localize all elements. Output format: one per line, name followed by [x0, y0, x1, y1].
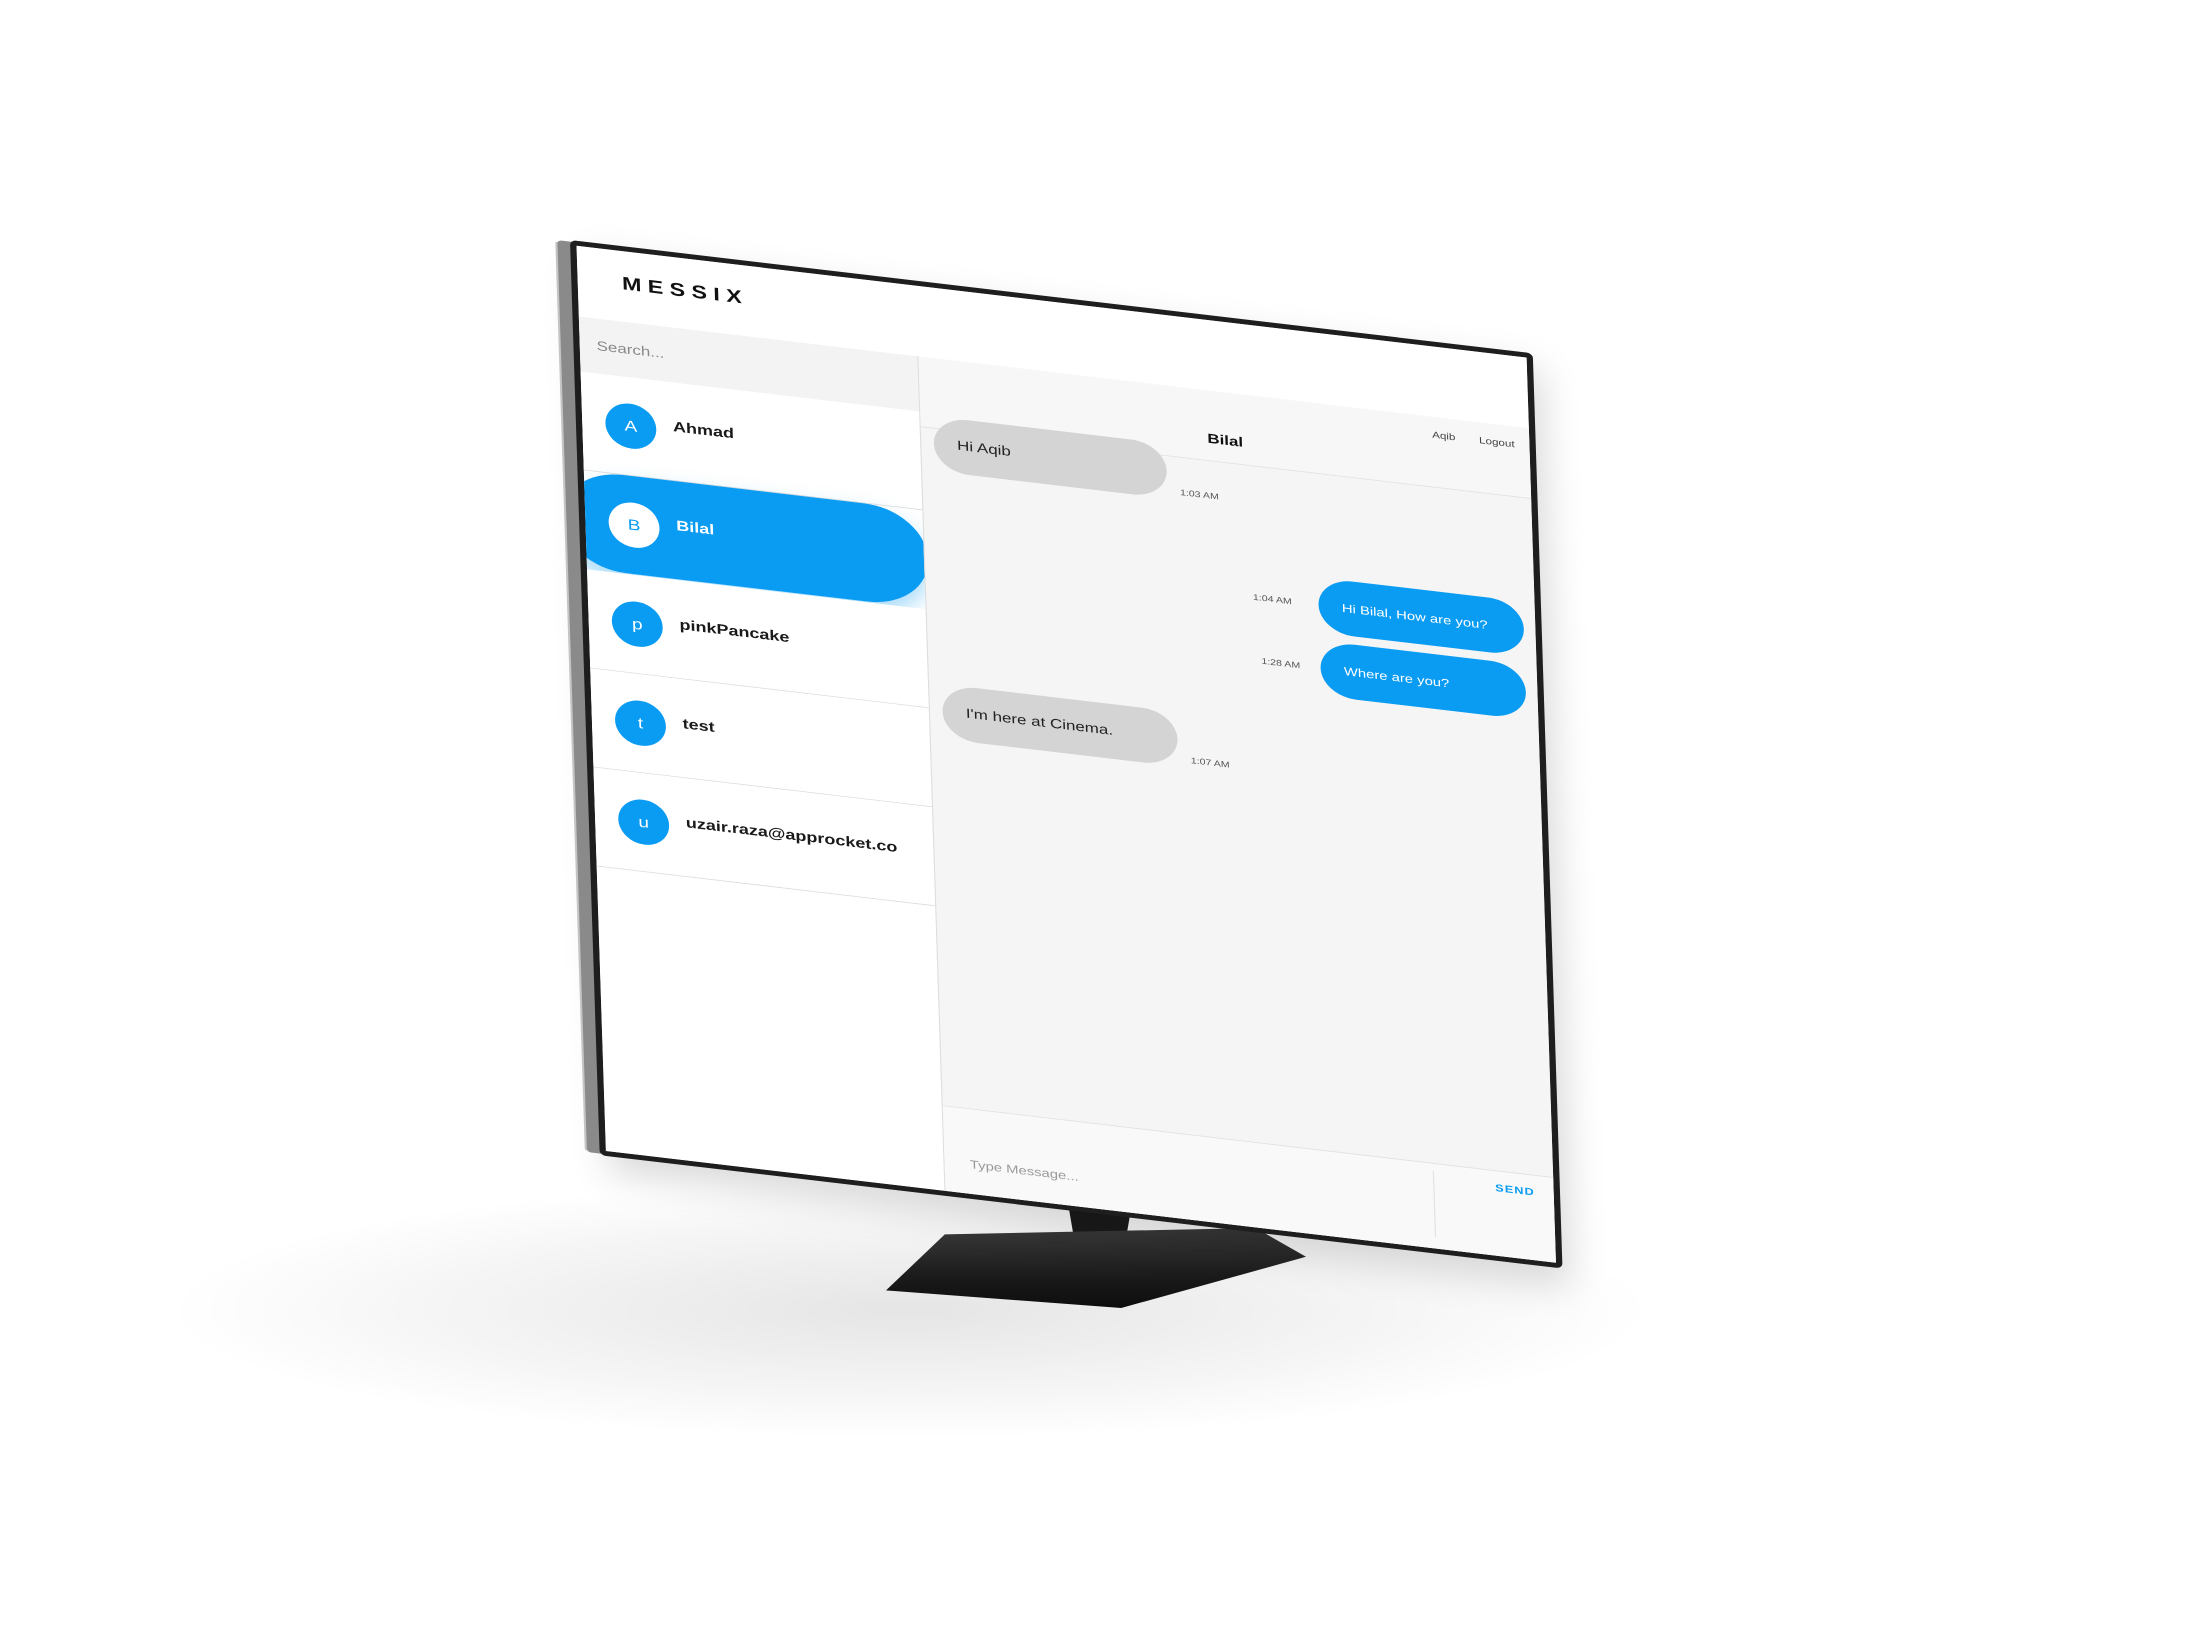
message-timestamp: 1:28 AM — [1261, 657, 1301, 671]
avatar: p — [611, 598, 664, 650]
avatar: A — [604, 400, 657, 452]
contacts-sidebar: A Ahmad B Bilal p pinkPancake t test — [576, 316, 945, 1191]
avatar: u — [617, 796, 670, 848]
contact-list: A Ahmad B Bilal p pinkPancake t test u u… — [576, 371, 936, 907]
contact-name: pinkPancake — [679, 616, 790, 646]
message-thread: Hi Aqib 1:03 AM 1:04 AM Hi Bilal, How ar… — [920, 415, 1545, 919]
contact-name: uzair.raza@approcket.co — [685, 814, 898, 856]
chat-panel: Aqib Logout Bilal Hi Aqib 1:03 AM 1:04 A… — [917, 356, 1556, 1263]
contact-name: test — [682, 715, 715, 736]
logout-link[interactable]: Logout — [1479, 436, 1515, 450]
avatar: t — [614, 697, 667, 749]
message-timestamp: 1:07 AM — [1190, 756, 1230, 771]
device-mockup-stage: MESSIX A Ahmad B Bilal — [0, 0, 2200, 1650]
send-button[interactable]: SEND — [1489, 1180, 1542, 1199]
tv-display: MESSIX A Ahmad B Bilal — [570, 240, 1563, 1269]
message-timestamp: 1:03 AM — [1179, 488, 1219, 503]
app-window: MESSIX A Ahmad B Bilal — [576, 245, 1556, 1263]
brand-logo: MESSIX — [621, 272, 749, 309]
contact-name: Ahmad — [672, 418, 735, 442]
current-user-link[interactable]: Aqib — [1432, 430, 1456, 443]
message-timestamp: 1:04 AM — [1252, 593, 1292, 607]
message-bubble-incoming: I'm here at Cinema. — [941, 684, 1179, 767]
